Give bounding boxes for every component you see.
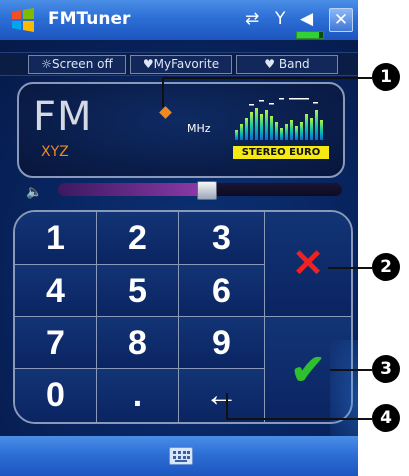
callout-line-1-stem — [162, 77, 164, 107]
menu-bar: ☼Screen off ♥MyFavorite ♥ Band — [0, 52, 358, 76]
tuner-display: FM XYZ MHz STEREO EURO — [17, 82, 345, 178]
key-decimal[interactable]: . — [97, 369, 179, 422]
connectivity-icon[interactable]: ⇄ — [245, 9, 259, 29]
frequency-unit: MHz — [187, 122, 211, 135]
callout-line-4 — [226, 418, 372, 420]
tuner-app: ☼Screen off ♥MyFavorite ♥ Band FM XYZ MH… — [0, 40, 358, 460]
backspace-icon: ← — [204, 376, 239, 414]
key-label: . — [132, 376, 143, 414]
callout-line-2 — [328, 267, 372, 269]
key-9[interactable]: 9 — [179, 317, 265, 369]
band-button[interactable]: ♥ Band — [236, 55, 338, 74]
callout-4: 4 — [372, 404, 400, 432]
cancel-icon: ✕ — [292, 243, 324, 285]
my-favorite-button[interactable]: ♥MyFavorite — [130, 55, 232, 74]
key-8[interactable]: 8 — [97, 317, 179, 369]
callout-line-3 — [330, 369, 372, 371]
callout-line-4-stem — [226, 393, 228, 419]
callout-line-1 — [162, 77, 372, 79]
close-button[interactable]: ✕ — [329, 8, 353, 32]
key-1[interactable]: 1 — [15, 212, 97, 265]
band-label: FM — [33, 94, 93, 140]
key-6[interactable]: 6 — [179, 265, 265, 317]
bottom-bar — [0, 436, 358, 476]
key-label: 3 — [212, 219, 231, 257]
key-3[interactable]: 3 — [179, 212, 265, 265]
volume-speaker-icon: 🔈 — [26, 185, 43, 200]
key-5[interactable]: 5 — [97, 265, 179, 317]
key-label: 1 — [46, 219, 65, 257]
number-keypad: 1 2 3 4 5 6 7 8 9 0 . ← ✕ ✔ — [13, 210, 353, 424]
title-bar: FMTuner ⇄ Y ◀ ✕ — [0, 0, 358, 40]
key-label: 6 — [212, 272, 231, 310]
key-label: 8 — [128, 324, 147, 362]
stereo-badge: STEREO EURO — [233, 146, 329, 159]
key-4[interactable]: 4 — [15, 265, 97, 317]
callout-3: 3 — [372, 355, 400, 383]
speaker-icon[interactable]: ◀ — [300, 9, 313, 29]
windows-start-icon[interactable] — [10, 7, 36, 33]
key-label: 5 — [128, 272, 147, 310]
key-2[interactable]: 2 — [97, 212, 179, 265]
key-label: 7 — [46, 324, 65, 362]
callout-2: 2 — [372, 253, 400, 281]
key-0[interactable]: 0 — [15, 369, 97, 422]
spectrum-meter-icon — [235, 98, 323, 140]
keyboard-icon[interactable] — [169, 447, 193, 465]
device-screen: FMTuner ⇄ Y ◀ ✕ ☼Screen off ♥MyFavorite … — [0, 0, 358, 476]
key-7[interactable]: 7 — [15, 317, 97, 369]
key-label: 4 — [46, 272, 65, 310]
signal-off-icon[interactable]: Y — [275, 9, 285, 29]
volume-slider[interactable] — [58, 181, 342, 200]
key-label: 9 — [212, 324, 231, 362]
volume-slider-thumb[interactable] — [196, 181, 217, 200]
app-title: FMTuner — [48, 9, 131, 29]
battery-level — [297, 32, 320, 38]
screen-off-button[interactable]: ☼Screen off — [28, 55, 126, 74]
volume-slider-fill — [58, 183, 206, 196]
key-label: 0 — [46, 376, 65, 414]
key-label: 2 — [128, 219, 147, 257]
cancel-button[interactable]: ✕ — [265, 212, 351, 317]
callout-1: 1 — [372, 63, 400, 91]
frequency-marker-icon — [159, 106, 172, 119]
backspace-button[interactable]: ← — [179, 369, 265, 422]
battery-icon — [296, 31, 324, 39]
station-name: XYZ — [41, 144, 69, 160]
